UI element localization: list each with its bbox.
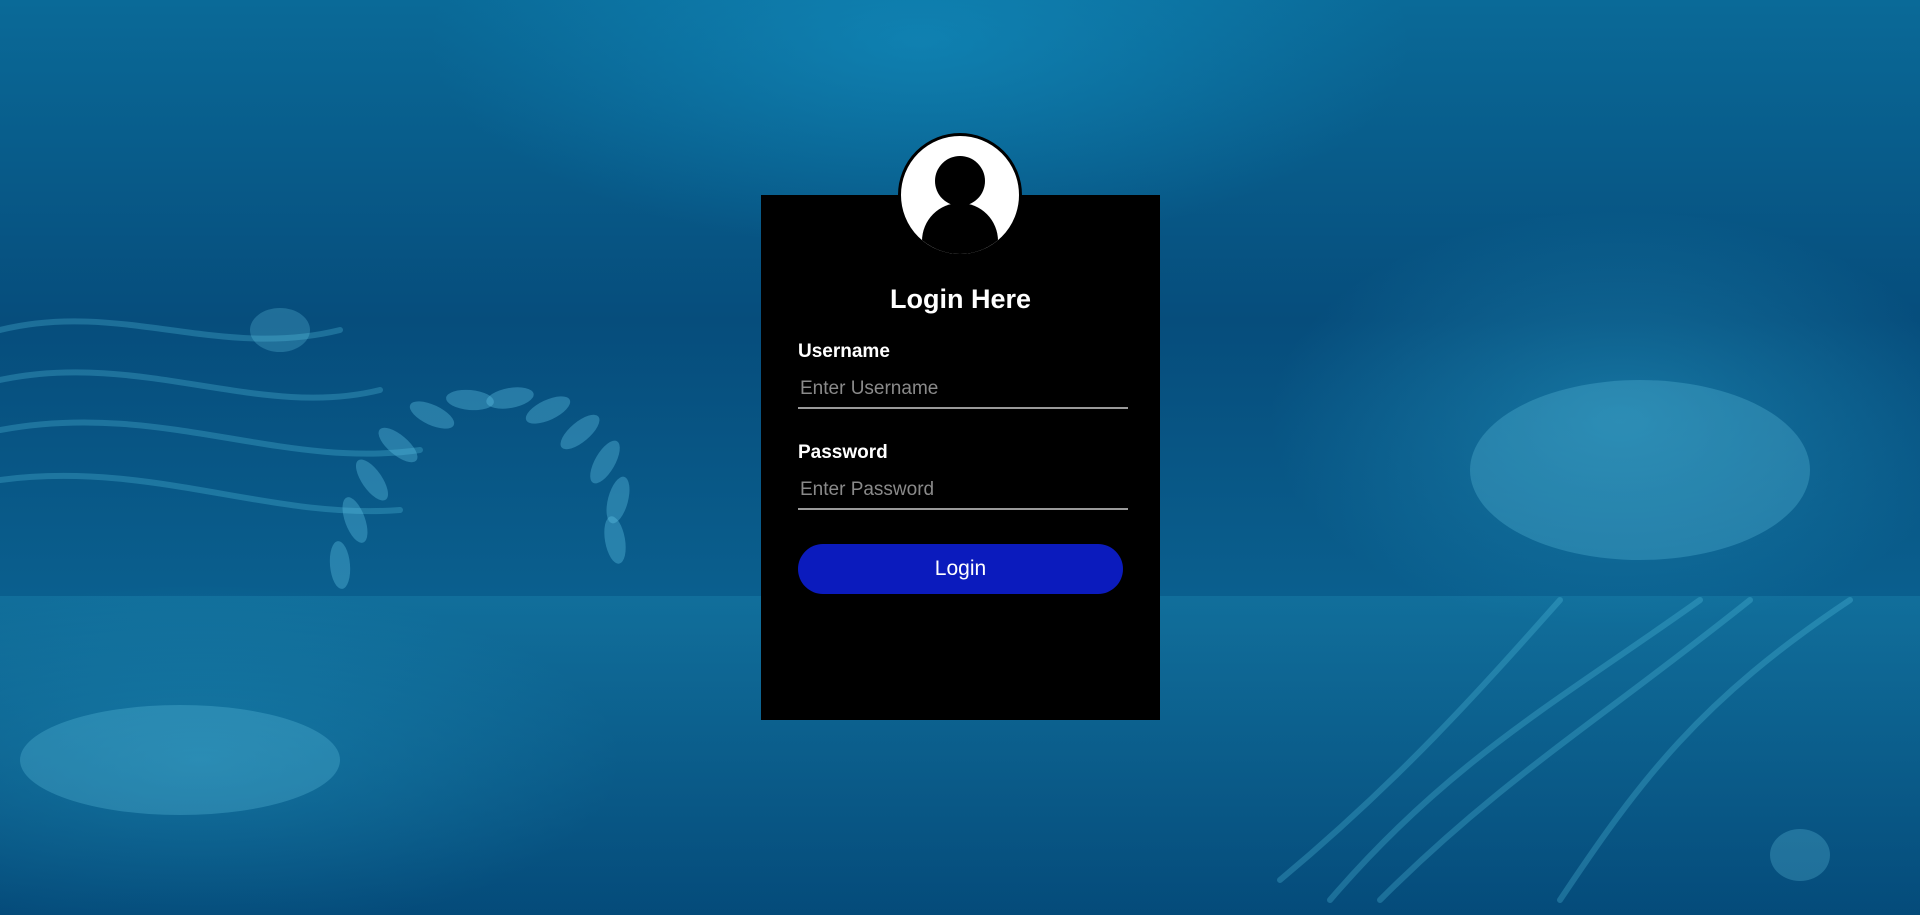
password-input[interactable] (798, 472, 1128, 510)
username-label: Username (798, 341, 890, 362)
login-title: Login Here (889, 284, 1031, 314)
password-label: Password (798, 442, 888, 463)
username-input[interactable] (798, 371, 1128, 409)
login-button[interactable]: Login (798, 544, 1123, 594)
user-avatar-icon (922, 156, 998, 254)
user-avatar-icon (898, 133, 1022, 257)
